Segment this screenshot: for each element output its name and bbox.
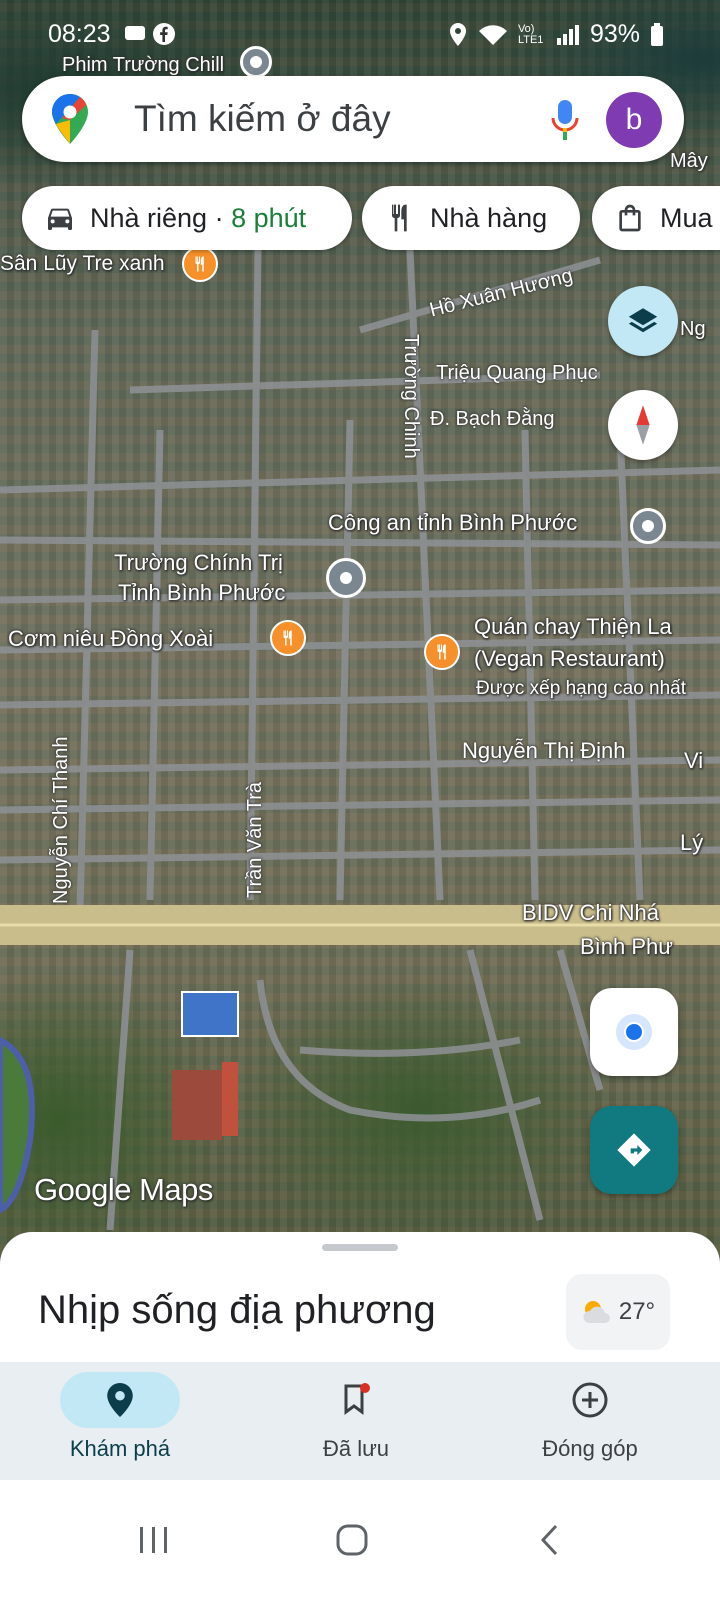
place-label[interactable]: Trường Chính Trị — [114, 550, 283, 576]
nav-saved-indicator — [296, 1372, 416, 1428]
avatar[interactable]: b — [606, 92, 662, 148]
nav-contribute[interactable]: Đóng góp — [470, 1362, 710, 1480]
nav-saved[interactable]: Đã lưu — [236, 1362, 476, 1480]
compass-button[interactable] — [608, 390, 678, 460]
sheet-title: Nhịp sống địa phương — [38, 1288, 436, 1332]
add-circle-icon — [572, 1382, 608, 1418]
avatar-letter: b — [625, 103, 643, 136]
place-label[interactable]: Tỉnh Bình Phước — [118, 580, 285, 606]
place-label[interactable]: Quán chay Thiện La — [474, 614, 672, 640]
fork-knife-icon — [392, 204, 407, 232]
my-location-button[interactable] — [590, 988, 678, 1076]
weather-temp: 27° — [618, 1298, 656, 1325]
nav-saved-label: Đã lưu — [322, 1436, 390, 1461]
car-icon — [48, 208, 72, 230]
place-label[interactable]: Cơm niêu Đồng Xoài — [8, 626, 213, 652]
search-input[interactable]: Tìm kiếm ở đây — [134, 98, 391, 140]
road-label: Triệu Quang Phục — [436, 362, 598, 384]
restaurant-pin-icon[interactable] — [424, 634, 460, 670]
chip-restaurants[interactable]: Nhà hàng — [362, 186, 580, 250]
home-button[interactable] — [322, 1510, 382, 1570]
wifi-icon — [478, 24, 507, 45]
network-type: Vo) LTE1 — [517, 22, 544, 46]
restaurant-pin-icon[interactable] — [270, 620, 306, 656]
restaurant-pin-icon[interactable] — [182, 246, 218, 282]
message-icon — [124, 24, 146, 49]
status-bar: 08:23 Vo) LTE1 93% — [0, 0, 720, 70]
microphone-icon[interactable] — [550, 98, 580, 147]
place-label[interactable]: (Vegan Restaurant) — [474, 646, 665, 672]
google-maps-pin-icon — [52, 93, 88, 149]
status-indicators: Vo) LTE1 93% — [448, 20, 664, 49]
system-navigation — [0, 1480, 720, 1600]
school-pin-icon[interactable] — [326, 558, 366, 598]
chip-home[interactable]: Nhà riêng · 8 phút — [22, 186, 352, 250]
chip-home-label: Nhà riêng — [90, 202, 208, 233]
bottom-sheet[interactable]: Nhịp sống địa phương 27° — [0, 1232, 720, 1382]
my-location-icon — [616, 1014, 652, 1050]
place-label[interactable]: Công an tỉnh Bình Phước — [328, 510, 577, 536]
location-status-icon — [449, 22, 466, 46]
nav-contribute-label: Đóng góp — [542, 1436, 638, 1461]
chip-shopping-label: Mua — [660, 202, 713, 233]
place-label[interactable]: Vi — [684, 748, 703, 774]
layers-icon — [628, 308, 658, 333]
road-label: Nguyễn Chí Thanh — [50, 736, 72, 904]
place-label[interactable]: Sân Lũy Tre xanh — [0, 252, 165, 276]
battery-icon — [651, 22, 663, 46]
road-label: Đ. Bạch Đằng — [430, 408, 555, 430]
chip-shopping[interactable]: Mua — [592, 186, 720, 250]
directions-button[interactable] — [590, 1106, 678, 1194]
compass-icon — [636, 405, 650, 445]
place-label[interactable]: Ng — [680, 318, 706, 341]
place-label[interactable]: Bình Phư — [580, 934, 673, 960]
road-label: Nguyễn Thị Định — [462, 738, 626, 763]
back-button[interactable] — [520, 1510, 580, 1570]
battery-percent: 93% — [589, 20, 640, 48]
chip-home-time: 8 phút — [231, 202, 307, 233]
google-maps-logo: Google Maps — [34, 1172, 213, 1207]
home-icon — [336, 1524, 368, 1556]
search-bar[interactable]: Tìm kiếm ở đây b — [22, 76, 684, 162]
signal-icon — [556, 24, 579, 45]
explore-pin-icon — [107, 1383, 133, 1417]
place-label[interactable]: Mây — [670, 150, 708, 173]
nav-explore-label: Khám phá — [69, 1436, 171, 1461]
government-pin-icon[interactable] — [630, 508, 666, 544]
bookmark-icon — [344, 1383, 370, 1415]
road-label: Trần Văn Trà — [244, 782, 266, 898]
recent-apps-icon — [140, 1527, 167, 1553]
chip-restaurants-label: Nhà hàng — [430, 202, 548, 233]
bottom-navigation: Khám phá Đã lưu Đóng góp — [0, 1362, 720, 1480]
chip-separator: · — [207, 202, 232, 233]
nav-explore[interactable]: Khám phá — [0, 1362, 240, 1480]
road-label: Trường Chinh — [400, 334, 422, 459]
directions-icon — [617, 1133, 651, 1167]
sheet-drag-handle[interactable] — [322, 1244, 398, 1251]
facebook-icon — [152, 22, 176, 51]
partly-cloudy-icon — [583, 1301, 610, 1323]
weather-chip[interactable]: 27° — [566, 1274, 670, 1350]
place-label[interactable]: BIDV Chi Nhá — [522, 900, 659, 926]
nav-explore-indicator — [60, 1372, 180, 1428]
nav-contribute-indicator — [530, 1372, 650, 1428]
recent-apps-button[interactable] — [124, 1510, 184, 1570]
place-rating-label[interactable]: Được xếp hạng cao nhất — [476, 678, 686, 700]
shopping-bag-icon — [619, 204, 641, 232]
layers-button[interactable] — [608, 286, 678, 356]
back-icon — [540, 1524, 558, 1556]
status-time: 08:23 — [48, 20, 111, 48]
place-label[interactable]: Lý — [680, 830, 703, 856]
